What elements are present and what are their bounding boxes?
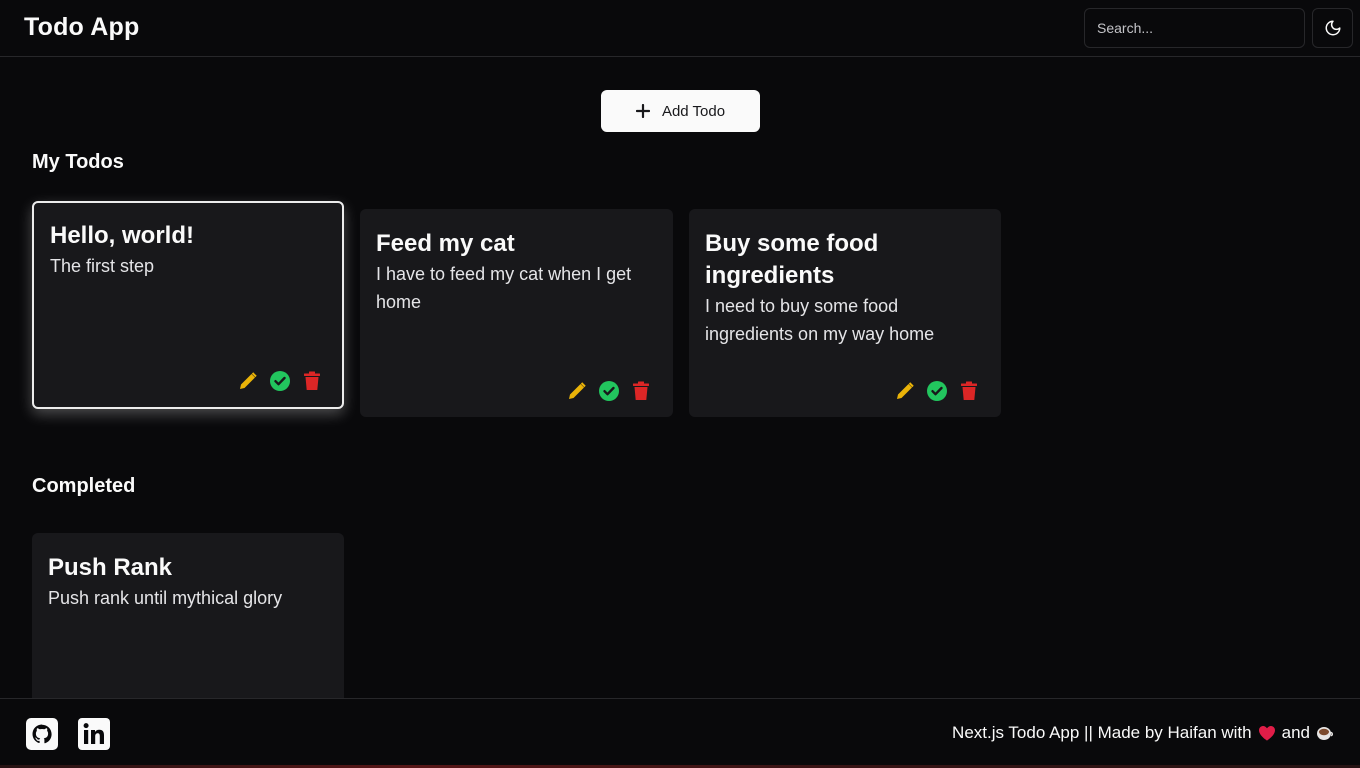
coffee-icon [1317, 727, 1333, 740]
pencil-icon [569, 382, 586, 399]
completed-heading: Completed [32, 475, 136, 497]
add-todo-label: Add Todo [661, 102, 726, 120]
footer-credits-text: Next.js Todo App || Made by Haifan with [952, 723, 1252, 742]
footer: Next.js Todo App || Made by Haifan with … [0, 698, 1360, 768]
todo-title: Hello, world! [50, 222, 194, 249]
check-circle-icon [270, 371, 290, 391]
todo-actions [565, 379, 653, 403]
todo-description: The first step [50, 256, 155, 276]
my-todos-heading: My Todos [32, 151, 124, 173]
theme-toggle-button[interactable] [1312, 8, 1353, 48]
delete-button[interactable] [300, 369, 324, 393]
footer-and-text: and [1281, 723, 1310, 742]
todo-title: Buy some food ingredients [705, 230, 879, 289]
check-circle-icon [599, 381, 619, 401]
plus-icon [635, 104, 650, 118]
todo-actions [893, 379, 981, 403]
search-input[interactable] [1084, 8, 1305, 48]
check-circle-icon [927, 381, 947, 401]
delete-button[interactable] [957, 379, 981, 403]
complete-button[interactable] [268, 369, 292, 393]
linkedin-link[interactable] [77, 717, 111, 751]
complete-button[interactable] [597, 379, 621, 403]
add-todo-button[interactable]: Add Todo [601, 90, 760, 132]
edit-button[interactable] [236, 369, 260, 393]
todo-card[interactable]: Hello, world! The first step [32, 201, 344, 409]
edit-button[interactable] [565, 379, 589, 403]
todo-description: I need to buy some food ingredients on m… [705, 296, 935, 344]
delete-button[interactable] [629, 379, 653, 403]
navbar: Todo App [0, 0, 1360, 57]
linkedin-icon [78, 718, 110, 750]
edit-button[interactable] [893, 379, 917, 403]
trash-icon [633, 381, 649, 400]
github-icon [26, 718, 58, 750]
footer-credits: Next.js Todo App || Made by Haifan with … [952, 723, 1334, 743]
todo-card[interactable]: Buy some food ingredients I need to buy … [689, 209, 1001, 417]
todo-title: Feed my cat [376, 230, 515, 257]
moon-icon [1325, 20, 1340, 36]
todo-description: Push rank until mythical glory [48, 588, 283, 608]
todo-actions [236, 369, 324, 393]
todo-title: Push Rank [48, 554, 173, 581]
complete-button[interactable] [925, 379, 949, 403]
github-link[interactable] [25, 717, 59, 751]
pencil-icon [240, 372, 257, 389]
trash-icon [961, 381, 977, 400]
pencil-icon [897, 382, 914, 399]
trash-icon [304, 371, 320, 390]
todo-description: I have to feed my cat when I get home [376, 264, 632, 312]
heart-icon [1258, 726, 1275, 741]
todo-card[interactable]: Feed my cat I have to feed my cat when I… [360, 209, 673, 417]
app-title: Todo App [24, 13, 140, 41]
